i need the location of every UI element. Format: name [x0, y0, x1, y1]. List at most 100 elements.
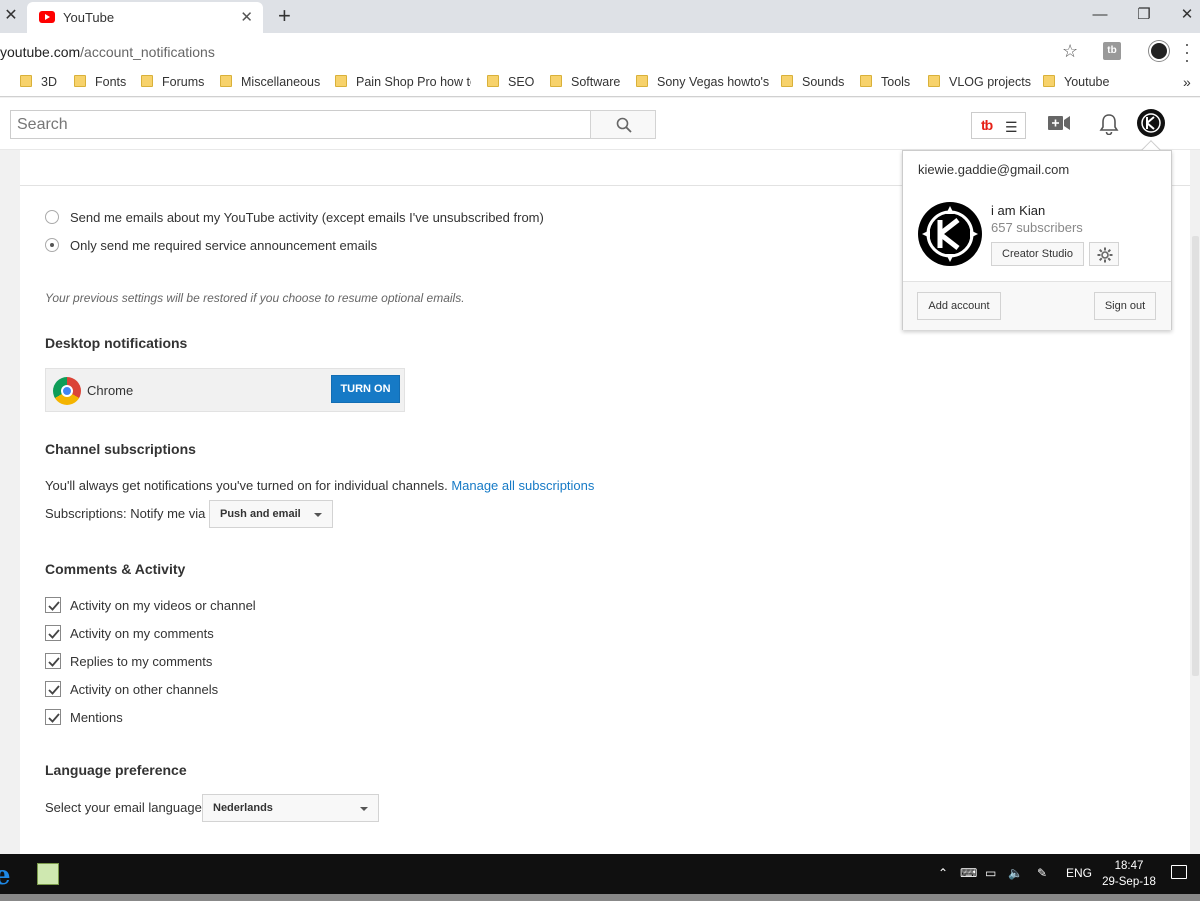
subscriptions-description: You'll always get notifications you've t…	[45, 478, 594, 493]
checkmark-icon	[48, 657, 60, 667]
tab-title: YouTube	[63, 10, 115, 25]
url-field[interactable]: youtube.com/account_notifications	[0, 41, 1092, 63]
bookmark-folder[interactable]: 3D	[20, 75, 57, 89]
menu-dots-icon[interactable]: · · ·	[1184, 35, 1190, 69]
scrollbar-thumb[interactable]	[1192, 236, 1199, 676]
bookmark-folder[interactable]: Sounds	[781, 75, 844, 89]
creator-studio-button[interactable]: Creator Studio	[991, 242, 1084, 266]
chevron-down-icon	[360, 807, 368, 811]
bookmark-folder[interactable]: Software	[550, 75, 620, 89]
internet-explorer-icon[interactable]: e	[0, 861, 11, 891]
checkbox-checked[interactable]	[45, 653, 61, 669]
bookmark-folder[interactable]: VLOG projects	[928, 75, 1031, 89]
windows-taskbar: e ⌃ ⌨ ▭ 🔈 ✎ ENG 18:47 29-Sep-18	[0, 854, 1200, 894]
folder-icon	[1043, 75, 1055, 87]
radio-label: Send me emails about my YouTube activity…	[70, 210, 544, 225]
channel-avatar[interactable]	[918, 202, 982, 266]
select-value: Nederlands	[213, 802, 273, 814]
keyboard-icon[interactable]: ⌨	[960, 866, 977, 880]
checkmark-icon	[48, 601, 60, 611]
folder-icon	[928, 75, 940, 87]
app-taskbar-icon[interactable]	[37, 863, 59, 885]
bookmarks-bar: 3D Fonts Forums Miscellaneous Pain Shop …	[0, 69, 1200, 97]
checkbox-label: Activity on other channels	[70, 682, 219, 697]
select-value: Push and email	[220, 508, 301, 520]
checkbox-label: Mentions	[70, 710, 123, 725]
subscriptions-text: You'll always get notifications you've t…	[45, 478, 448, 493]
clock-date: 29-Sep-18	[1102, 876, 1156, 888]
folder-icon	[335, 75, 347, 87]
bookmarks-overflow-icon[interactable]: »	[1183, 74, 1191, 90]
bookmark-folder[interactable]: Tools	[860, 75, 910, 89]
bookmark-folder[interactable]: Fonts	[74, 75, 126, 89]
add-account-button[interactable]: Add account	[917, 292, 1001, 320]
bookmark-folder[interactable]: Youtube	[1043, 75, 1109, 89]
notify-me-label: Subscriptions: Notify me via	[45, 506, 206, 521]
account-avatar-button[interactable]	[1137, 109, 1165, 137]
bookmark-folder[interactable]: SEO	[487, 75, 534, 89]
tubebuddy-button[interactable]: tb ☰	[971, 112, 1026, 139]
bookmark-folder[interactable]: Pain Shop Pro how to	[335, 75, 471, 89]
folder-icon	[781, 75, 793, 87]
minimize-icon[interactable]: —	[1080, 4, 1120, 26]
youtube-favicon-icon	[39, 11, 55, 23]
comments-activity-heading: Comments & Activity	[45, 561, 186, 577]
bookmark-folder[interactable]: Sony Vegas howto's	[636, 75, 769, 89]
hamburger-icon: ☰	[1005, 119, 1018, 135]
radio-button-selected[interactable]	[45, 238, 59, 252]
popup-footer: Add account Sign out	[903, 281, 1171, 330]
volume-icon[interactable]: 🔈	[1008, 866, 1023, 880]
checkbox-checked[interactable]	[45, 597, 61, 613]
bookmark-folder[interactable]: Miscellaneous	[220, 75, 320, 89]
bookmark-folder[interactable]: Forums	[141, 75, 204, 89]
browser-tab-bar: ✕ YouTube ✕ + — ❐ ✕	[0, 0, 1200, 33]
action-center-icon[interactable]	[1171, 865, 1187, 879]
radio-button[interactable]	[45, 210, 59, 224]
close-icon[interactable]: ✕	[0, 5, 22, 27]
browser-tab[interactable]: YouTube ✕	[27, 2, 263, 33]
profile-avatar-icon[interactable]	[1149, 41, 1169, 61]
turn-on-button[interactable]: TURN ON	[331, 375, 400, 403]
checkbox-checked[interactable]	[45, 681, 61, 697]
language-preference-heading: Language preference	[45, 762, 187, 778]
checkbox-checked[interactable]	[45, 709, 61, 725]
bookmark-star-icon[interactable]: ☆	[1062, 41, 1078, 62]
email-language-select[interactable]: Nederlands	[202, 794, 379, 822]
search-button[interactable]	[590, 110, 656, 139]
radio-label: Only send me required service announceme…	[70, 238, 378, 253]
pen-icon[interactable]: ✎	[1037, 866, 1047, 880]
chevron-down-icon	[314, 513, 322, 517]
chevron-up-icon[interactable]: ⌃	[938, 866, 948, 880]
gear-icon	[1097, 247, 1113, 263]
search-input[interactable]	[10, 110, 591, 139]
url-path: /account_notifications	[80, 44, 215, 60]
folder-icon	[220, 75, 232, 87]
search-icon	[616, 117, 632, 133]
checkmark-icon	[48, 685, 60, 695]
desktop-notifications-heading: Desktop notifications	[45, 335, 188, 351]
language-indicator[interactable]: ENG	[1066, 866, 1092, 880]
browser-name: Chrome	[87, 383, 134, 398]
notify-method-select[interactable]: Push and email	[209, 500, 333, 528]
manage-subscriptions-link[interactable]: Manage all subscriptions	[451, 478, 594, 493]
new-tab-button[interactable]: +	[278, 3, 291, 29]
screen-edge	[0, 894, 1200, 901]
sign-out-button[interactable]: Sign out	[1094, 292, 1156, 320]
checkbox-checked[interactable]	[45, 625, 61, 641]
restore-note: Your previous settings will be restored …	[45, 291, 465, 305]
clock[interactable]: 18:47 29-Sep-18	[1100, 858, 1158, 890]
tubebuddy-extension-icon[interactable]: tb	[1103, 42, 1121, 60]
network-icon[interactable]: ▭	[985, 866, 996, 880]
window-close-icon[interactable]: ✕	[1167, 4, 1200, 26]
subscriber-count: 657 subscribers	[991, 220, 1083, 235]
settings-button[interactable]	[1089, 242, 1119, 266]
clock-time: 18:47	[1114, 860, 1144, 872]
restore-icon[interactable]: ❐	[1124, 4, 1164, 26]
folder-icon	[860, 75, 872, 87]
tab-close-icon[interactable]: ✕	[240, 8, 253, 26]
upload-video-icon[interactable]	[1048, 116, 1070, 130]
checkmark-icon	[48, 713, 60, 723]
notifications-bell-icon[interactable]	[1099, 113, 1119, 135]
chrome-icon	[53, 377, 81, 405]
channel-subscriptions-heading: Channel subscriptions	[45, 441, 196, 457]
